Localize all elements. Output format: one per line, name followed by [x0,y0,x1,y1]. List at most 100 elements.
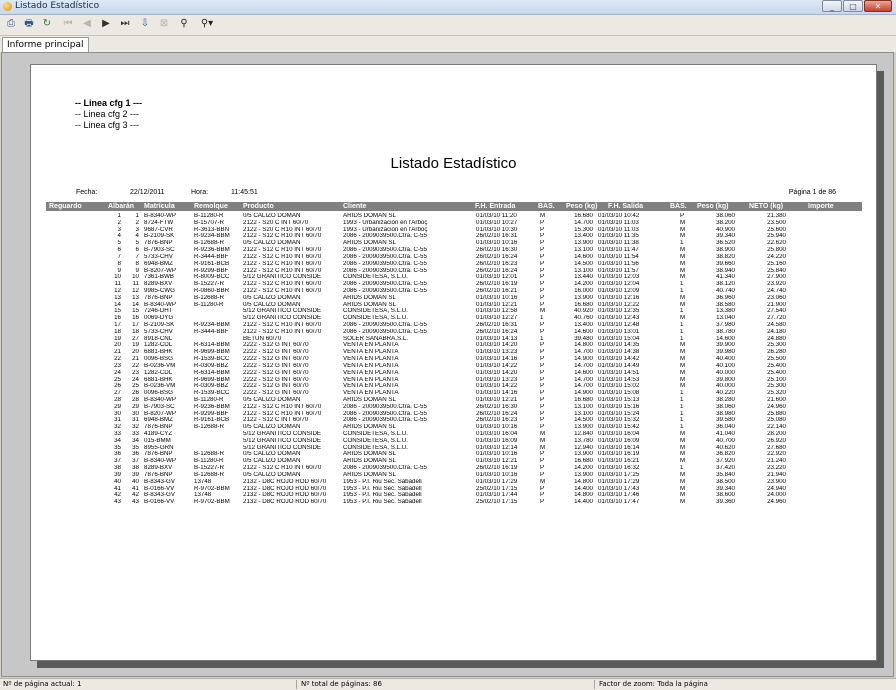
table-cell: 21.600 [767,396,786,403]
table-cell: P [540,458,545,465]
table-cell: 25.840 [767,267,786,274]
first-page-icon[interactable]: ⏮ [61,17,75,31]
table-cell: 2086 - 2009039500.Ctra. C-55 [343,267,427,274]
table-cell: 25.600 [767,226,786,233]
maximize-button[interactable]: □ [843,0,863,12]
table-cell: R-9236-BBM [194,247,230,254]
table-cell: 2 [135,219,139,226]
table-cell: 24.220 [767,253,786,260]
table-cell: 43 [114,499,121,506]
table-cell: B-12688-R [194,294,224,301]
last-page-icon[interactable]: ⏭ [118,17,132,31]
refresh-icon[interactable]: ↻ [40,17,54,31]
table-cell: 6 [135,247,139,254]
table-cell: 40.000 [716,369,735,376]
table-cell: 1 [680,281,684,288]
table-cell: 2122 - S12 C R10 INT 60/70 [243,287,322,294]
table-cell: 13.100 [574,403,593,410]
table-cell: M [680,369,686,376]
table-cell: VENTA EN PLANTA [343,383,399,390]
table-cell: 26/02/10 16:24 [476,253,518,260]
table-cell: 36.960 [716,294,735,301]
table-cell: 27.720 [767,315,786,322]
status-zoom: Factor de zoom: Toda la página [599,680,708,688]
table-cell: 24 [132,376,139,383]
next-page-icon[interactable]: ▶ [99,17,113,31]
table-cell: 01/03/10 11:03 [598,219,639,226]
status-separator [296,680,297,689]
table-cell: 01/03/10 15:13 [598,396,640,403]
table-cell: 39.980 [716,349,735,356]
export-icon[interactable]: ⇩ [138,17,152,31]
table-cell: M [680,478,686,485]
table-cell: 0069-DYG [144,315,174,322]
tab-informe-principal[interactable]: Informe principal [2,37,89,53]
table-cell: R-3444-BBF [194,328,229,335]
find-icon[interactable]: ⚲ [177,17,191,31]
table-cell: 38.980 [716,410,735,417]
table-cell: 01/03/10 16:14 [598,444,640,451]
col-header: Peso (kg) [697,203,729,210]
table-row: 42 42 B-8343-GV 13748 2132 - D8C ROJO ROD 60… [46,492,862,499]
table-cell: 26/02/10 16:23 [476,417,518,424]
table-cell: 2122 - S12 C R10 INT 60/70 [243,410,322,417]
table-cell: 12.840 [574,431,593,437]
prev-page-icon[interactable]: ◀ [80,17,94,31]
report-page: -- Linea cfg 1 --- -- Linea cfg 2 --- --… [30,64,877,661]
table-cell: 14.400 [574,499,593,506]
table-cell: 20 [114,342,121,349]
table-row: 4 4 B-2109-SK R-9234-BBM 2122 - S12 C R10 IN… [46,233,862,240]
minimize-button[interactable]: _ [822,0,842,12]
table-cell: VENTA EN PLANTA [343,342,399,349]
window-controls: _ □ ✕ [822,0,892,13]
table-cell: 0/5 CALIZO DOMAN [243,301,301,308]
table-cell: P [540,226,545,233]
table-cell: 1 [117,213,121,219]
table-cell: 2122 - S12 C R10 INT 60/70 [243,260,322,267]
print-icon[interactable]: 🖶 [22,17,36,31]
table-cell: P [540,451,545,458]
table-cell: M [680,437,686,444]
app-icon [3,2,12,11]
page-indicator: Página 1 de 86 [788,189,836,196]
table-cell: 01/03/10 14:42 [598,356,640,363]
table-cell: 2122 - S20 C INT 60/70 [243,219,309,226]
table-cell: B-12688-R [194,451,224,458]
table-cell: 14.600 [574,369,593,376]
table-cell: 5/12 GRANITICO CONSIDE [243,315,322,322]
table-cell: 13748 [194,492,212,499]
report-viewer[interactable]: -- Linea cfg 1 --- -- Linea cfg 2 --- --… [1,52,894,677]
table-cell: 14.600 [716,335,735,342]
print-setup-icon[interactable]: ⎙ [4,17,18,31]
table-row: 40 40 B-8343-GV 13748 2132 - D8C ROJO ROD 60… [46,479,862,486]
table-row: 13 13 7876-BNP B-12688-R 0/5 CALIZO DOMAN ARI… [46,295,862,302]
table-cell: 01/03/10 14:53 [598,376,640,383]
table-cell: 8 [117,260,121,267]
table-cell: 2122 - S12 C R10 INT 60/70 [243,328,322,335]
table-cell: R-9299-BBF [194,410,229,417]
table-cell: 28 [114,396,121,403]
table-cell: 19 [132,342,139,349]
table-cell: 4 [135,233,139,240]
table-cell: B-8207-WP [144,267,176,274]
table-cell: 14.500 [574,260,593,267]
close-window-button[interactable]: ✕ [864,0,892,12]
table-cell: 01/03/10 12:27 [476,315,518,322]
table-cell: 6948-BMZ [144,260,173,267]
table-cell: 23.060 [767,294,786,301]
table-cell: 01/03/10 12:01 [476,274,518,281]
table-cell: 7246-DHT [144,308,173,315]
table-cell: 38.780 [716,328,735,335]
table-cell: 29 [132,403,139,410]
table-cell: ARIDS DOMAN SL [343,458,396,465]
table-cell: 5/12 GRANITICO CONSIDE [243,437,322,444]
table-cell: 33 [132,431,139,437]
table-cell: 01/03/10 10:16 [476,294,518,301]
table-cell: 26 [114,383,121,390]
table-cell: 5 [117,240,121,247]
table-cell: 01/03/10 10:42 [598,213,640,219]
zoom-icon[interactable]: ⚲▾ [197,17,217,31]
table-cell: P [540,356,545,363]
close-doc-icon[interactable]: ⊠ [157,17,171,31]
table-cell: 8918-CNL [144,335,173,342]
